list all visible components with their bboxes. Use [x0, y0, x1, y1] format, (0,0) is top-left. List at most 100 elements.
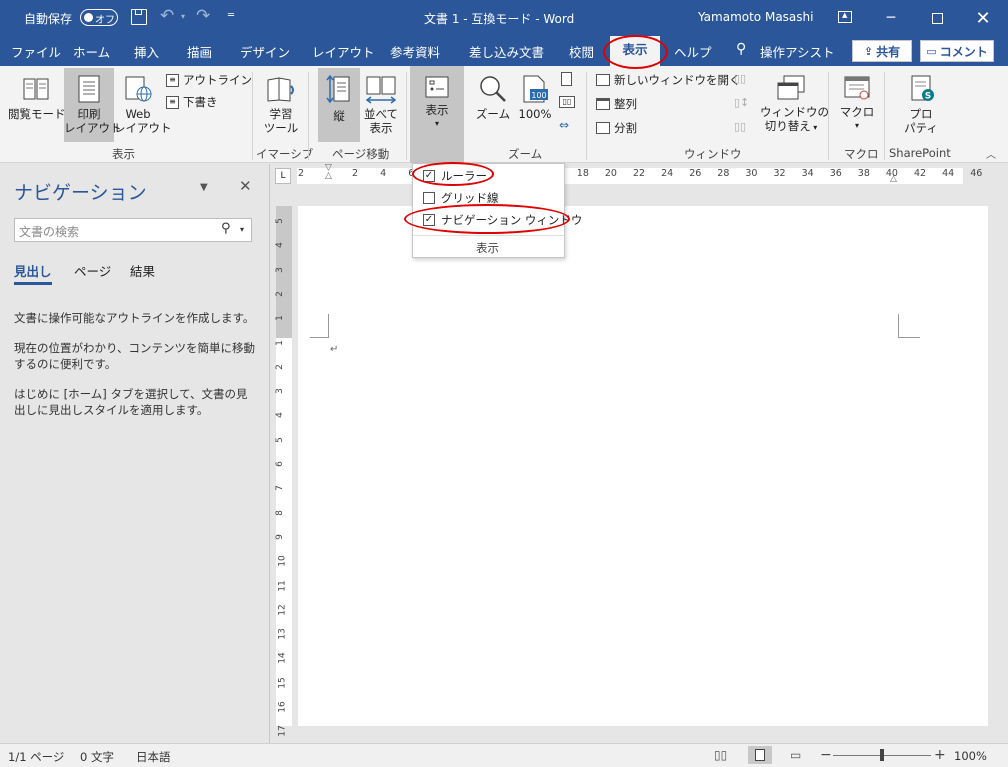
tell-me-search[interactable]: 操作アシスト	[760, 42, 835, 61]
close-button[interactable]: ✕	[960, 0, 1006, 36]
comment-icon: ▭	[926, 44, 937, 58]
vertical-label: 縦	[333, 109, 345, 123]
split-icon	[596, 122, 610, 134]
side-to-side-button[interactable]: 並べて 表示	[360, 68, 402, 142]
page-width-icon[interactable]: ⇔	[559, 118, 569, 132]
tab-home[interactable]: ホーム	[73, 42, 110, 61]
switch-windows-button[interactable]: ウィンドウの 切り替え ▾	[760, 68, 829, 142]
highlight-view-tab	[603, 35, 668, 69]
vertical-movement-button[interactable]: 縦	[318, 68, 360, 142]
macros-button[interactable]: マクロ ▾	[834, 68, 880, 142]
search-icon[interactable]: ⚲	[221, 221, 231, 236]
ruler-number: 20	[604, 168, 617, 179]
redo-icon[interactable]: ↷	[196, 6, 210, 26]
minimize-button[interactable]: ─	[868, 0, 914, 36]
tab-review[interactable]: 校閲	[569, 42, 594, 61]
outline-button[interactable]: ≡ アウトライン	[166, 72, 252, 88]
draft-button[interactable]: ≡ 下書き	[166, 94, 218, 110]
show-label: 表示	[425, 103, 449, 117]
highlight-ruler-option	[412, 162, 494, 186]
macros-dropdown-icon: ▾	[854, 121, 859, 130]
switch-windows-icon	[777, 75, 805, 100]
print-layout-button[interactable]: 印刷 レイアウト	[64, 68, 122, 142]
print-layout-view-icon[interactable]	[748, 746, 772, 764]
zoom-group-label: ズーム	[508, 147, 543, 161]
ruler-number: 2	[298, 168, 305, 179]
properties-button[interactable]: S プロ パティ	[896, 68, 946, 142]
tab-help[interactable]: ヘルプ	[674, 42, 712, 61]
vertical-ruler-number: 13	[277, 628, 288, 640]
view-side-by-side-icon[interactable]: ▯▯	[734, 72, 746, 85]
top-left-margin-mark	[310, 314, 329, 338]
share-button[interactable]: ⇪ 共有	[852, 40, 912, 62]
horizontal-ruler[interactable]: L ▽△ △ 224681012141618202224262830323436…	[271, 164, 1008, 186]
learning-tools-button[interactable]: 学習 ツール	[258, 68, 304, 142]
share-icon: ⇪	[863, 44, 874, 58]
search-dropdown-icon[interactable]: ▾	[240, 225, 244, 234]
customize-qat-icon[interactable]: ═	[228, 10, 234, 21]
svg-text:100: 100	[531, 91, 546, 100]
tab-results[interactable]: 結果	[130, 261, 155, 280]
zoom-slider-thumb[interactable]	[880, 749, 884, 761]
maximize-button[interactable]	[914, 0, 960, 36]
svg-text:S: S	[925, 92, 931, 102]
vertical-ruler-number: 12	[277, 604, 288, 616]
immersive-group-label: イマーシブ	[256, 147, 314, 161]
synchronous-scrolling-icon[interactable]: ▯↕	[734, 96, 749, 109]
tab-headings[interactable]: 見出し	[14, 261, 52, 280]
reset-window-position-icon[interactable]: ▯▯	[734, 120, 746, 133]
page-count[interactable]: 1/1 ページ	[8, 749, 64, 765]
zoom-percent[interactable]: 100%	[954, 749, 987, 763]
tab-pages[interactable]: ページ	[74, 261, 111, 280]
pane-options-icon[interactable]: ▼	[200, 182, 208, 193]
zoom-in-icon[interactable]: +	[934, 747, 946, 763]
left-margin-marker[interactable]: ▽ △	[325, 164, 332, 181]
lightbulb-search-icon[interactable]: ⚲	[736, 41, 746, 57]
zoom-button[interactable]: ズーム	[474, 68, 512, 142]
web-layout-button[interactable]: Web レイアウト	[114, 68, 172, 142]
tab-file[interactable]: ファイル	[11, 42, 61, 61]
document-page[interactable]: ↵	[298, 206, 988, 726]
ruler-number: 26	[689, 168, 702, 179]
dropdown-footer-label: 表示	[476, 241, 499, 255]
vertical-ruler-number: 6	[274, 461, 285, 467]
gridlines-checkbox-icon[interactable]	[423, 192, 435, 204]
ribbon-display-options-icon[interactable]: ▲	[838, 11, 852, 23]
word-count[interactable]: 0 文字	[80, 749, 114, 765]
user-name[interactable]: Yamamoto Masashi	[698, 10, 813, 24]
undo-icon[interactable]: ↶	[160, 6, 174, 26]
tab-design[interactable]: デザイン	[240, 42, 290, 61]
zoom-100-button[interactable]: 100 100%	[514, 68, 556, 142]
read-mode-button[interactable]: 閲覧モード	[8, 70, 66, 142]
read-mode-view-icon[interactable]: ▯▯	[714, 748, 727, 762]
tab-references[interactable]: 参考資料	[390, 42, 440, 61]
show-button[interactable]: 表示 ▾	[410, 66, 464, 163]
split-button[interactable]: 分割	[596, 120, 637, 136]
save-icon[interactable]	[131, 9, 147, 25]
one-page-icon[interactable]	[561, 72, 572, 86]
undo-dropdown-icon[interactable]: ▾	[181, 12, 185, 21]
search-document-input[interactable]: 文書の検索 ⚲ ▾	[14, 218, 252, 242]
ruler-number: 34	[801, 168, 814, 179]
tab-mailings[interactable]: 差し込み文書	[469, 42, 544, 61]
language[interactable]: 日本語	[136, 749, 171, 765]
new-window-button[interactable]: 新しいウィンドウを開く	[596, 72, 741, 88]
collapse-ribbon-icon[interactable]: ︿	[986, 146, 996, 161]
web-layout-view-icon[interactable]: ▭	[790, 748, 801, 762]
ruler-number: 38	[857, 168, 870, 179]
tab-insert[interactable]: 挿入	[134, 42, 159, 61]
tab-draw[interactable]: 描画	[187, 42, 212, 61]
arrange-all-button[interactable]: 整列	[596, 96, 637, 112]
tab-selector-icon[interactable]: L	[275, 168, 291, 184]
group-separator	[308, 72, 309, 160]
vertical-ruler-number: 10	[277, 555, 288, 567]
highlight-navigation-pane-option	[404, 204, 570, 234]
vertical-ruler-number: 4	[274, 242, 285, 249]
comments-button[interactable]: ▭ コメント	[920, 40, 994, 62]
vertical-ruler[interactable]: 54321123456789101112131415161718	[274, 206, 292, 761]
tab-layout[interactable]: レイアウト	[312, 42, 375, 61]
close-pane-icon[interactable]: ✕	[239, 177, 252, 195]
autosave-toggle[interactable]: オフ	[80, 9, 118, 26]
multiple-pages-icon[interactable]: ▯▯	[559, 96, 575, 108]
zoom-out-icon[interactable]: −	[820, 747, 832, 763]
